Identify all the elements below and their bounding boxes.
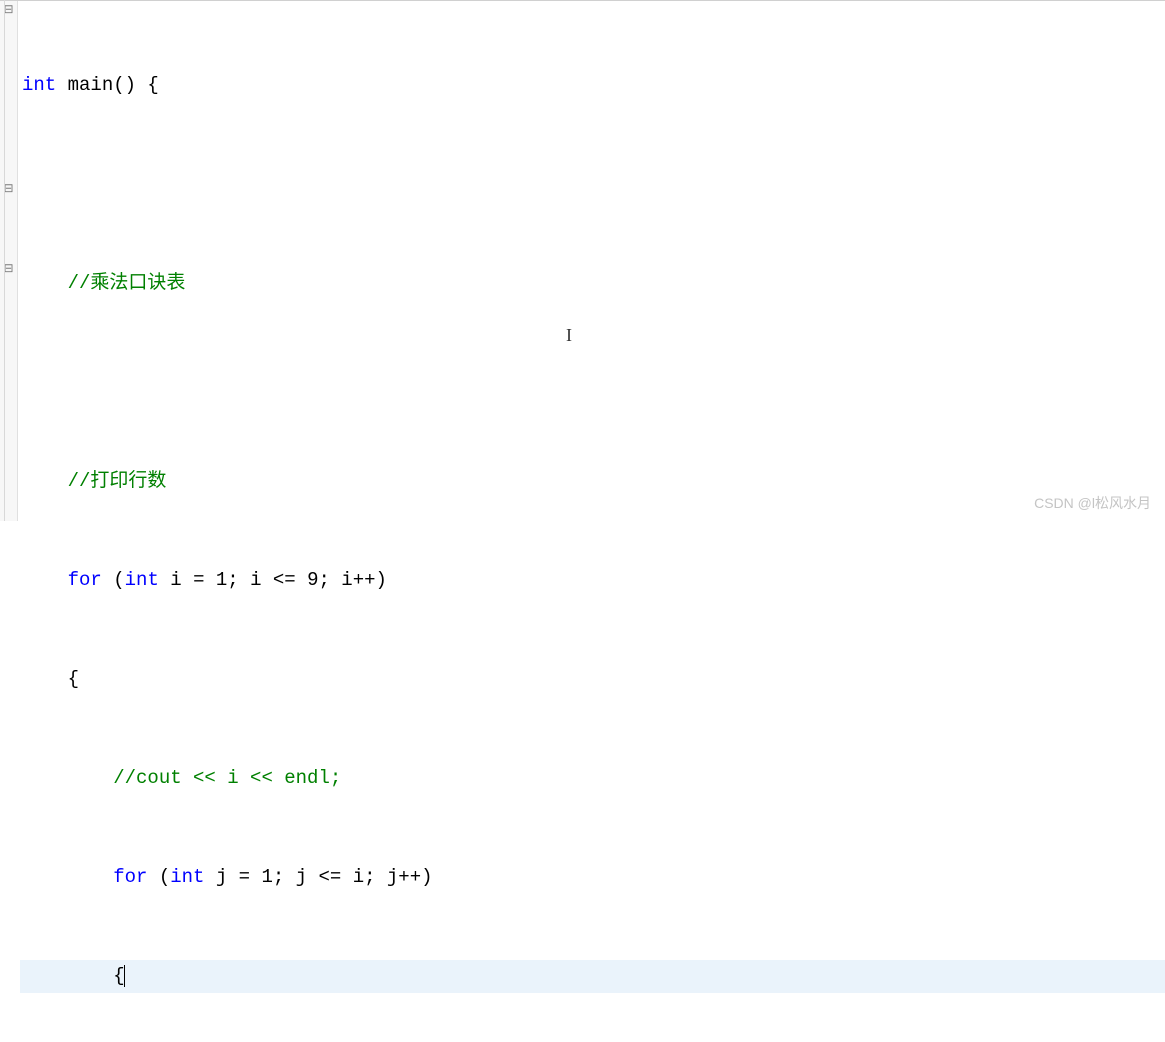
code-line[interactable]: for (int i = 1; i <= 9; i++) xyxy=(20,564,1165,597)
comment: //打印行数 xyxy=(68,470,167,492)
keyword: int xyxy=(125,569,159,591)
gutter-vline xyxy=(4,0,5,521)
watermark: CSDN @l松风水月 xyxy=(1034,493,1151,513)
code-text: main() { xyxy=(56,74,159,96)
code-line[interactable] xyxy=(20,168,1165,201)
keyword: int xyxy=(170,866,204,888)
code-line[interactable]: { xyxy=(20,960,1165,993)
keyword: for xyxy=(68,569,102,591)
code-line[interactable]: //打印行数 xyxy=(20,465,1165,498)
text-cursor xyxy=(124,965,125,987)
code-text: j = 1; j <= i; j++) xyxy=(204,866,432,888)
brace: { xyxy=(68,668,79,690)
keyword: int xyxy=(22,74,56,96)
code-editor[interactable]: ⊟ ⊟ ⊟ int main() { //乘法口诀表 //打印行数 for (i… xyxy=(0,0,1165,521)
ibeam-cursor-icon: I xyxy=(566,319,572,352)
comment: //cout << i << endl; xyxy=(113,767,341,789)
code-text: ( xyxy=(102,569,125,591)
code-area[interactable]: int main() { //乘法口诀表 //打印行数 for (int i =… xyxy=(18,1,1165,521)
code-text: ( xyxy=(147,866,170,888)
code-line[interactable]: { xyxy=(20,663,1165,696)
code-line[interactable] xyxy=(20,366,1165,399)
comment: //乘法口诀表 xyxy=(68,272,186,294)
code-line[interactable]: //cout << i << endl; xyxy=(20,762,1165,795)
fold-gutter: ⊟ ⊟ ⊟ xyxy=(0,1,18,521)
code-line[interactable]: //乘法口诀表 xyxy=(20,267,1165,300)
code-text: i = 1; i <= 9; i++) xyxy=(159,569,387,591)
code-line[interactable]: for (int j = 1; j <= i; j++) xyxy=(20,861,1165,894)
code-line[interactable]: int main() { xyxy=(20,69,1165,102)
keyword: for xyxy=(113,866,147,888)
